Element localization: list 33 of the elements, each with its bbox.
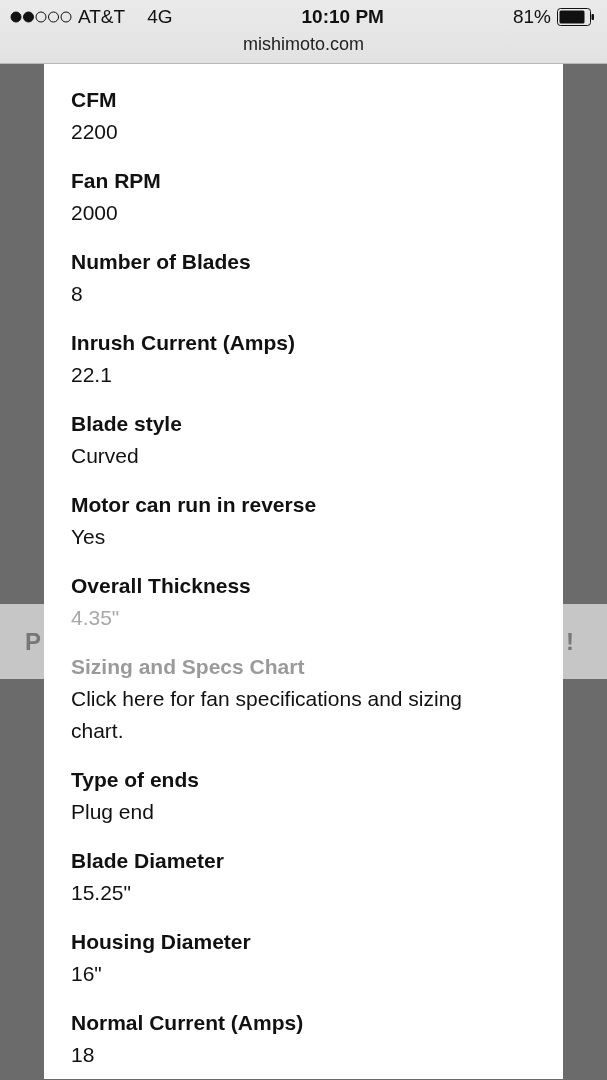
spec-value: 15.25" xyxy=(71,880,132,906)
spec-value: 2200 xyxy=(71,119,119,145)
carrier-name: AT&T xyxy=(78,6,126,28)
spec-value: 16" xyxy=(71,961,103,987)
page-url[interactable]: mishimoto.com xyxy=(0,34,607,55)
spec-label: Sizing and Specs Chart xyxy=(71,654,306,680)
spec-value: 22.1 xyxy=(71,362,113,388)
spec-value: 18 xyxy=(71,1042,96,1068)
spec-value: 8 xyxy=(71,281,84,307)
spec-label: Fan RPM xyxy=(71,168,162,194)
banner-text: ! xyxy=(566,627,574,656)
spec-label: Blade style xyxy=(71,411,183,437)
spec-label: Motor can run in reverse xyxy=(71,492,318,518)
spec-label: CFM xyxy=(71,87,118,113)
spec-label: Inrush Current (Amps) xyxy=(71,330,296,356)
spec-label: Housing Diameter xyxy=(71,929,252,955)
spec-value: 2000 xyxy=(71,200,119,226)
spec-label: Overall Thickness xyxy=(71,573,252,599)
spec-label: Type of ends xyxy=(71,767,200,793)
spec-value: Click here for fan specifications and sizing chart. xyxy=(71,686,464,744)
spec-label: Blade Diameter xyxy=(71,848,225,874)
battery-percent: 81% xyxy=(512,6,551,28)
spec-label: Number of Blades xyxy=(71,249,252,275)
battery-icon xyxy=(557,8,595,26)
clock-time: 10:10 PM xyxy=(301,6,384,28)
spec-value: Plug end xyxy=(71,799,155,825)
spec-label: Normal Current (Amps) xyxy=(71,1010,305,1036)
spec-value: 4.35" xyxy=(71,605,121,631)
banner-text: P xyxy=(25,627,41,656)
signal-strength-icon xyxy=(10,11,72,23)
spec-value: Yes xyxy=(71,524,107,550)
network-type: 4G xyxy=(147,6,173,28)
spec-value: Curved xyxy=(71,443,140,469)
